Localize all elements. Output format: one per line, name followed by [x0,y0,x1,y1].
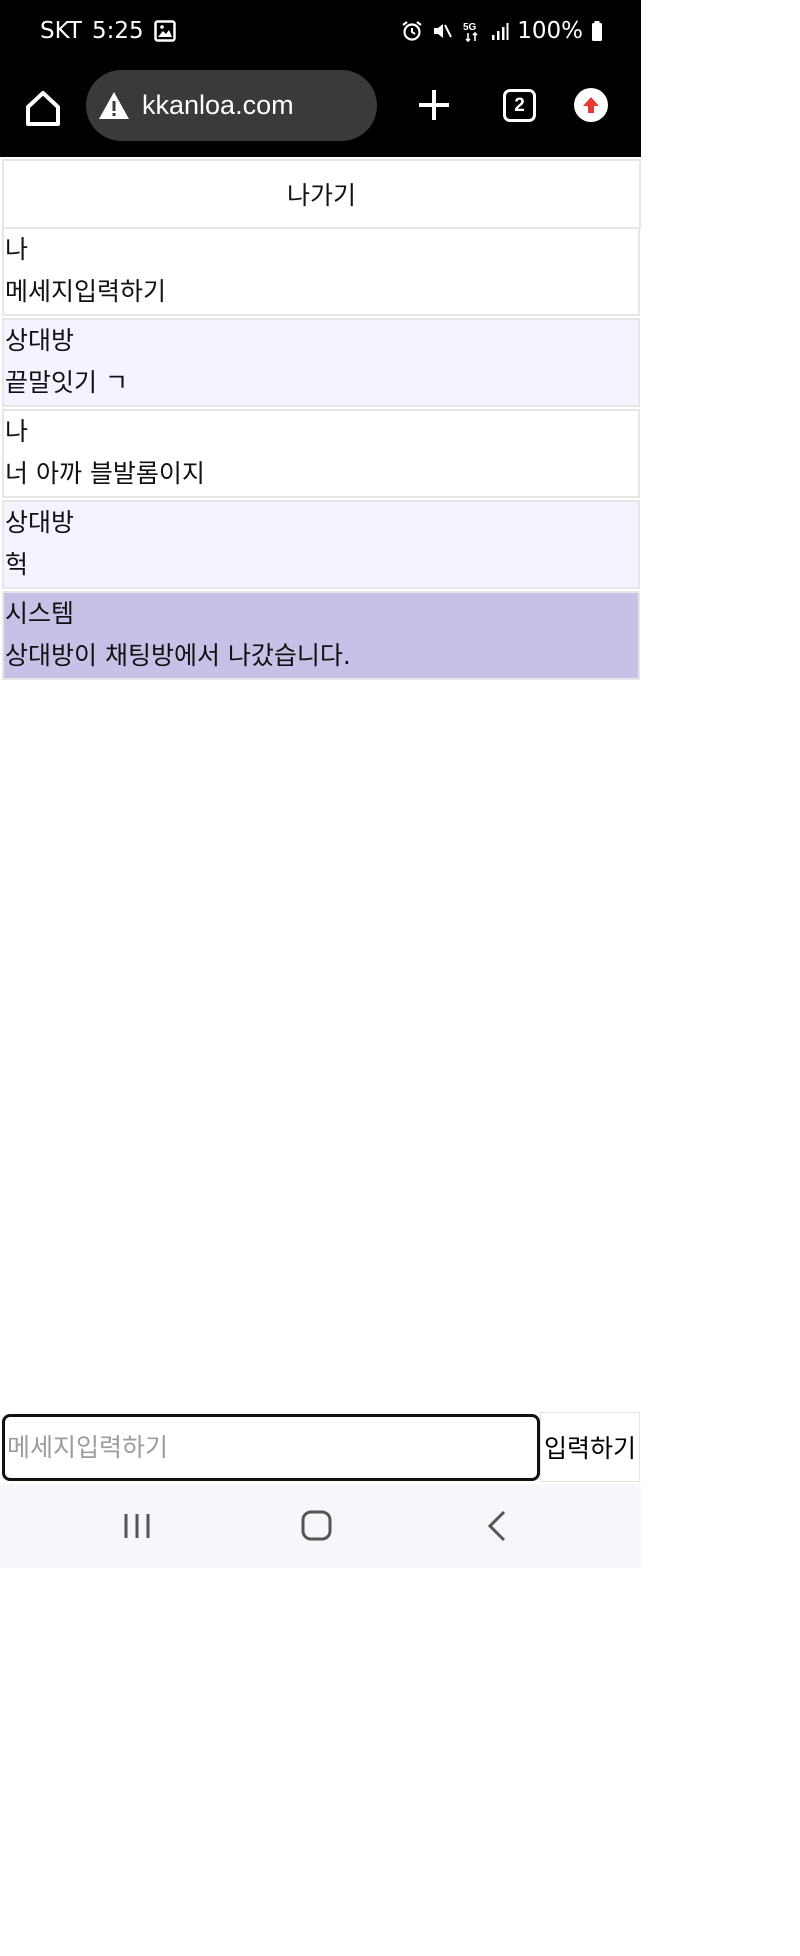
status-right: 5G 100% [401,18,603,44]
message-composer: 입력하기 [0,1411,641,1483]
message-sender: 상대방 [5,326,75,355]
signal-icon [491,20,509,42]
message-item: 상대방 헉 [2,500,640,589]
back-nav-button[interactable] [478,1508,518,1544]
send-button[interactable]: 입력하기 [540,1412,640,1482]
status-left: SKT 5:25 [40,18,176,44]
alarm-icon [401,20,423,42]
plus-icon [419,90,449,120]
message-text: 헉 [5,550,29,579]
system-message-item: 시스템 상대방이 채팅방에서 나갔습니다. [2,591,640,680]
battery-percent: 100% [517,18,583,44]
update-button[interactable] [574,88,608,122]
message-item: 나 너 아까 블발롬이지 [2,409,640,498]
warning-icon[interactable] [98,90,130,122]
message-text: 너 아까 블발롬이지 [5,459,205,488]
mute-icon [431,20,453,42]
arrow-up-icon [583,97,599,113]
message-text: 메세지입력하기 [5,277,167,306]
gallery-notification-icon [153,20,176,42]
carrier-label: SKT [40,18,82,44]
battery-icon [591,20,603,42]
message-sender: 나 [5,235,29,264]
address-bar[interactable]: kkanloa.com [86,70,377,141]
tab-switcher-button[interactable]: 2 [503,89,536,122]
clock: 5:25 [91,18,144,44]
new-tab-button[interactable] [414,85,454,125]
message-text: 상대방이 채팅방에서 나갔습니다. [5,641,351,670]
message-item: 나 메세지입력하기 [2,227,640,316]
tab-count: 2 [514,94,525,116]
system-navigation-bar [0,1484,641,1568]
message-sender: 나 [5,417,29,446]
message-text: 끝말잇기 ㄱ [5,368,128,397]
home-icon [26,91,60,126]
message-item: 상대방 끝말잇기 ㄱ [2,318,640,407]
network-type-label: 5G [463,22,477,33]
message-input[interactable] [2,1414,540,1481]
network-5g-icon: 5G [461,19,483,43]
message-sender: 시스템 [5,599,75,628]
status-bar: SKT 5:25 5G 100% [0,0,641,68]
message-sender: 상대방 [5,508,75,537]
exit-chat-button[interactable]: 나가기 [2,159,641,229]
home-button[interactable] [22,87,64,129]
message-list: 나 메세지입력하기 상대방 끝말잇기 ㄱ 나 너 아까 블발롬이지 상대방 헉 … [0,227,641,682]
recent-apps-button[interactable] [118,1508,158,1544]
home-square-icon [301,1510,332,1541]
back-icon [487,1510,506,1542]
recent-apps-icon [124,1514,150,1538]
url-text[interactable]: kkanloa.com [142,90,294,121]
home-nav-button[interactable] [297,1508,337,1544]
browser-toolbar: kkanloa.com 2 [0,68,641,157]
